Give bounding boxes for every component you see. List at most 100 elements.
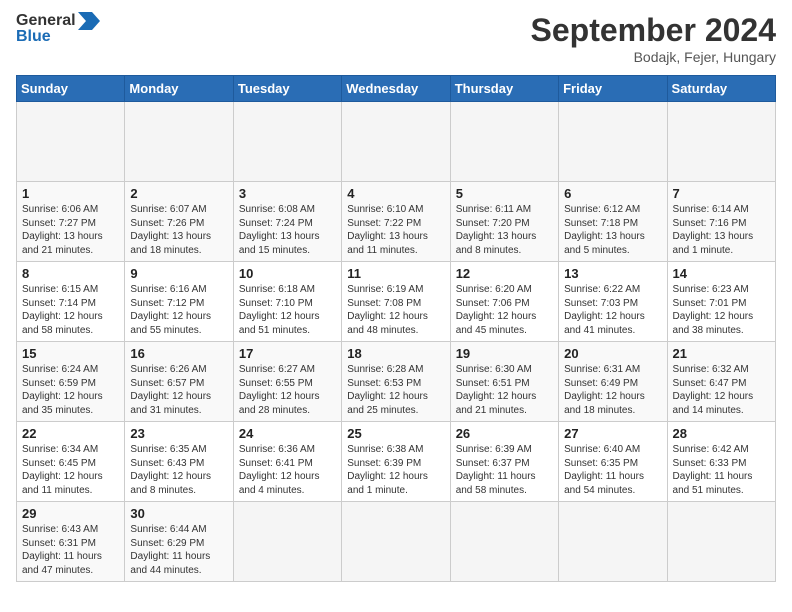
cell-1-5: 6 Sunrise: 6:12 AM Sunset: 7:18 PM Daylig…: [559, 182, 667, 262]
day-number: 1: [22, 186, 119, 201]
cell-1-0: 1 Sunrise: 6:06 AM Sunset: 7:27 PM Daylig…: [17, 182, 125, 262]
cell-data: Sunrise: 6:35 AM Sunset: 6:43 PM Dayligh…: [130, 443, 227, 497]
day-number: 3: [239, 186, 336, 201]
day-number: 14: [673, 266, 770, 281]
week-row-5: 29Sunrise: 6:43 AM Sunset: 6:31 PM Dayli…: [17, 502, 776, 582]
day-number: 29: [22, 506, 119, 521]
col-monday: Monday: [125, 76, 233, 102]
day-number: 8: [22, 266, 119, 281]
cell-4-4: 26 Sunrise: 6:39 AM Sunset: 6:37 PM Dayli…: [450, 422, 558, 502]
day-number: 18: [347, 346, 444, 361]
cell-data: Sunrise: 6:27 AM Sunset: 6:55 PM Dayligh…: [239, 363, 336, 417]
day-number: 6: [564, 186, 661, 201]
cell-data: Sunrise: 6:44 AM Sunset: 6:29 PM Dayligh…: [130, 523, 227, 577]
day-number: 16: [130, 346, 227, 361]
cell-data: Sunrise: 6:14 AM Sunset: 7:16 PM Dayligh…: [673, 203, 770, 257]
week-row-3: 15Sunrise: 6:24 AM Sunset: 6:59 PM Dayli…: [17, 342, 776, 422]
cell-3-4: 19 Sunrise: 6:30 AM Sunset: 6:51 PM Dayli…: [450, 342, 558, 422]
cell-data: Sunrise: 6:22 AM Sunset: 7:03 PM Dayligh…: [564, 283, 661, 337]
cell-3-5: 20 Sunrise: 6:31 AM Sunset: 6:49 PM Dayli…: [559, 342, 667, 422]
cell-data: Sunrise: 6:07 AM Sunset: 7:26 PM Dayligh…: [130, 203, 227, 257]
cell-data: Sunrise: 6:15 AM Sunset: 7:14 PM Dayligh…: [22, 283, 119, 337]
day-number: 22: [22, 426, 119, 441]
cell-data: Sunrise: 6:20 AM Sunset: 7:06 PM Dayligh…: [456, 283, 553, 337]
day-number: 4: [347, 186, 444, 201]
cell-2-6: 14 Sunrise: 6:23 AM Sunset: 7:01 PM Dayli…: [667, 262, 775, 342]
cell-4-1: 23Sunrise: 6:35 AM Sunset: 6:43 PM Dayli…: [125, 422, 233, 502]
day-number: 17: [239, 346, 336, 361]
week-row-0: [17, 102, 776, 182]
location: Bodajk, Fejer, Hungary: [531, 49, 776, 65]
col-tuesday: Tuesday: [233, 76, 341, 102]
cell-5-5: [559, 502, 667, 582]
logo-blue: Blue: [16, 28, 100, 46]
col-thursday: Thursday: [450, 76, 558, 102]
cell-data: Sunrise: 6:18 AM Sunset: 7:10 PM Dayligh…: [239, 283, 336, 337]
week-row-1: 1 Sunrise: 6:06 AM Sunset: 7:27 PM Daylig…: [17, 182, 776, 262]
day-number: 9: [130, 266, 227, 281]
cell-data: Sunrise: 6:38 AM Sunset: 6:39 PM Dayligh…: [347, 443, 444, 497]
cell-2-2: 10Sunrise: 6:18 AM Sunset: 7:10 PM Dayli…: [233, 262, 341, 342]
cell-0-3: [342, 102, 450, 182]
day-number: 13: [564, 266, 661, 281]
cell-2-3: 11 Sunrise: 6:19 AM Sunset: 7:08 PM Dayli…: [342, 262, 450, 342]
cell-2-4: 12 Sunrise: 6:20 AM Sunset: 7:06 PM Dayli…: [450, 262, 558, 342]
cell-data: Sunrise: 6:23 AM Sunset: 7:01 PM Dayligh…: [673, 283, 770, 337]
cell-data: Sunrise: 6:06 AM Sunset: 7:27 PM Dayligh…: [22, 203, 119, 257]
calendar-table: Sunday Monday Tuesday Wednesday Thursday…: [16, 75, 776, 582]
cell-4-6: 28Sunrise: 6:42 AM Sunset: 6:33 PM Dayli…: [667, 422, 775, 502]
cell-data: Sunrise: 6:26 AM Sunset: 6:57 PM Dayligh…: [130, 363, 227, 417]
cell-data: Sunrise: 6:42 AM Sunset: 6:33 PM Dayligh…: [673, 443, 770, 497]
cell-data: Sunrise: 6:40 AM Sunset: 6:35 PM Dayligh…: [564, 443, 661, 497]
col-wednesday: Wednesday: [342, 76, 450, 102]
day-number: 20: [564, 346, 661, 361]
cell-0-1: [125, 102, 233, 182]
day-number: 21: [673, 346, 770, 361]
cell-5-2: [233, 502, 341, 582]
day-number: 11: [347, 266, 444, 281]
cell-1-3: 4 Sunrise: 6:10 AM Sunset: 7:22 PM Daylig…: [342, 182, 450, 262]
cell-data: Sunrise: 6:28 AM Sunset: 6:53 PM Dayligh…: [347, 363, 444, 417]
cell-data: Sunrise: 6:36 AM Sunset: 6:41 PM Dayligh…: [239, 443, 336, 497]
day-number: 5: [456, 186, 553, 201]
day-number: 26: [456, 426, 553, 441]
day-number: 27: [564, 426, 661, 441]
cell-1-6: 7 Sunrise: 6:14 AM Sunset: 7:16 PM Daylig…: [667, 182, 775, 262]
cell-3-0: 15Sunrise: 6:24 AM Sunset: 6:59 PM Dayli…: [17, 342, 125, 422]
day-number: 19: [456, 346, 553, 361]
week-row-2: 8 Sunrise: 6:15 AM Sunset: 7:14 PM Daylig…: [17, 262, 776, 342]
cell-1-1: 2Sunrise: 6:07 AM Sunset: 7:26 PM Daylig…: [125, 182, 233, 262]
cell-4-2: 24Sunrise: 6:36 AM Sunset: 6:41 PM Dayli…: [233, 422, 341, 502]
cell-data: Sunrise: 6:16 AM Sunset: 7:12 PM Dayligh…: [130, 283, 227, 337]
cell-data: Sunrise: 6:11 AM Sunset: 7:20 PM Dayligh…: [456, 203, 553, 257]
cell-1-4: 5 Sunrise: 6:11 AM Sunset: 7:20 PM Daylig…: [450, 182, 558, 262]
cell-5-6: [667, 502, 775, 582]
page-container: General Blue September 2024 Bodajk, Feje…: [0, 0, 792, 590]
cell-0-5: [559, 102, 667, 182]
day-number: 7: [673, 186, 770, 201]
cell-2-5: 13 Sunrise: 6:22 AM Sunset: 7:03 PM Dayli…: [559, 262, 667, 342]
cell-data: Sunrise: 6:12 AM Sunset: 7:18 PM Dayligh…: [564, 203, 661, 257]
cell-3-1: 16 Sunrise: 6:26 AM Sunset: 6:57 PM Dayli…: [125, 342, 233, 422]
calendar-header-row: Sunday Monday Tuesday Wednesday Thursday…: [17, 76, 776, 102]
day-number: 30: [130, 506, 227, 521]
cell-5-4: [450, 502, 558, 582]
cell-4-5: 27 Sunrise: 6:40 AM Sunset: 6:35 PM Dayli…: [559, 422, 667, 502]
cell-data: Sunrise: 6:31 AM Sunset: 6:49 PM Dayligh…: [564, 363, 661, 417]
cell-5-3: [342, 502, 450, 582]
cell-data: Sunrise: 6:24 AM Sunset: 6:59 PM Dayligh…: [22, 363, 119, 417]
col-sunday: Sunday: [17, 76, 125, 102]
day-number: 12: [456, 266, 553, 281]
cell-0-6: [667, 102, 775, 182]
month-title: September 2024: [531, 12, 776, 49]
cell-0-0: [17, 102, 125, 182]
logo: General Blue: [16, 12, 100, 46]
cell-5-1: 30 Sunrise: 6:44 AM Sunset: 6:29 PM Dayli…: [125, 502, 233, 582]
cell-1-2: 3Sunrise: 6:08 AM Sunset: 7:24 PM Daylig…: [233, 182, 341, 262]
cell-data: Sunrise: 6:34 AM Sunset: 6:45 PM Dayligh…: [22, 443, 119, 497]
cell-data: Sunrise: 6:10 AM Sunset: 7:22 PM Dayligh…: [347, 203, 444, 257]
cell-0-2: [233, 102, 341, 182]
cell-data: Sunrise: 6:30 AM Sunset: 6:51 PM Dayligh…: [456, 363, 553, 417]
cell-data: Sunrise: 6:39 AM Sunset: 6:37 PM Dayligh…: [456, 443, 553, 497]
cell-data: Sunrise: 6:19 AM Sunset: 7:08 PM Dayligh…: [347, 283, 444, 337]
